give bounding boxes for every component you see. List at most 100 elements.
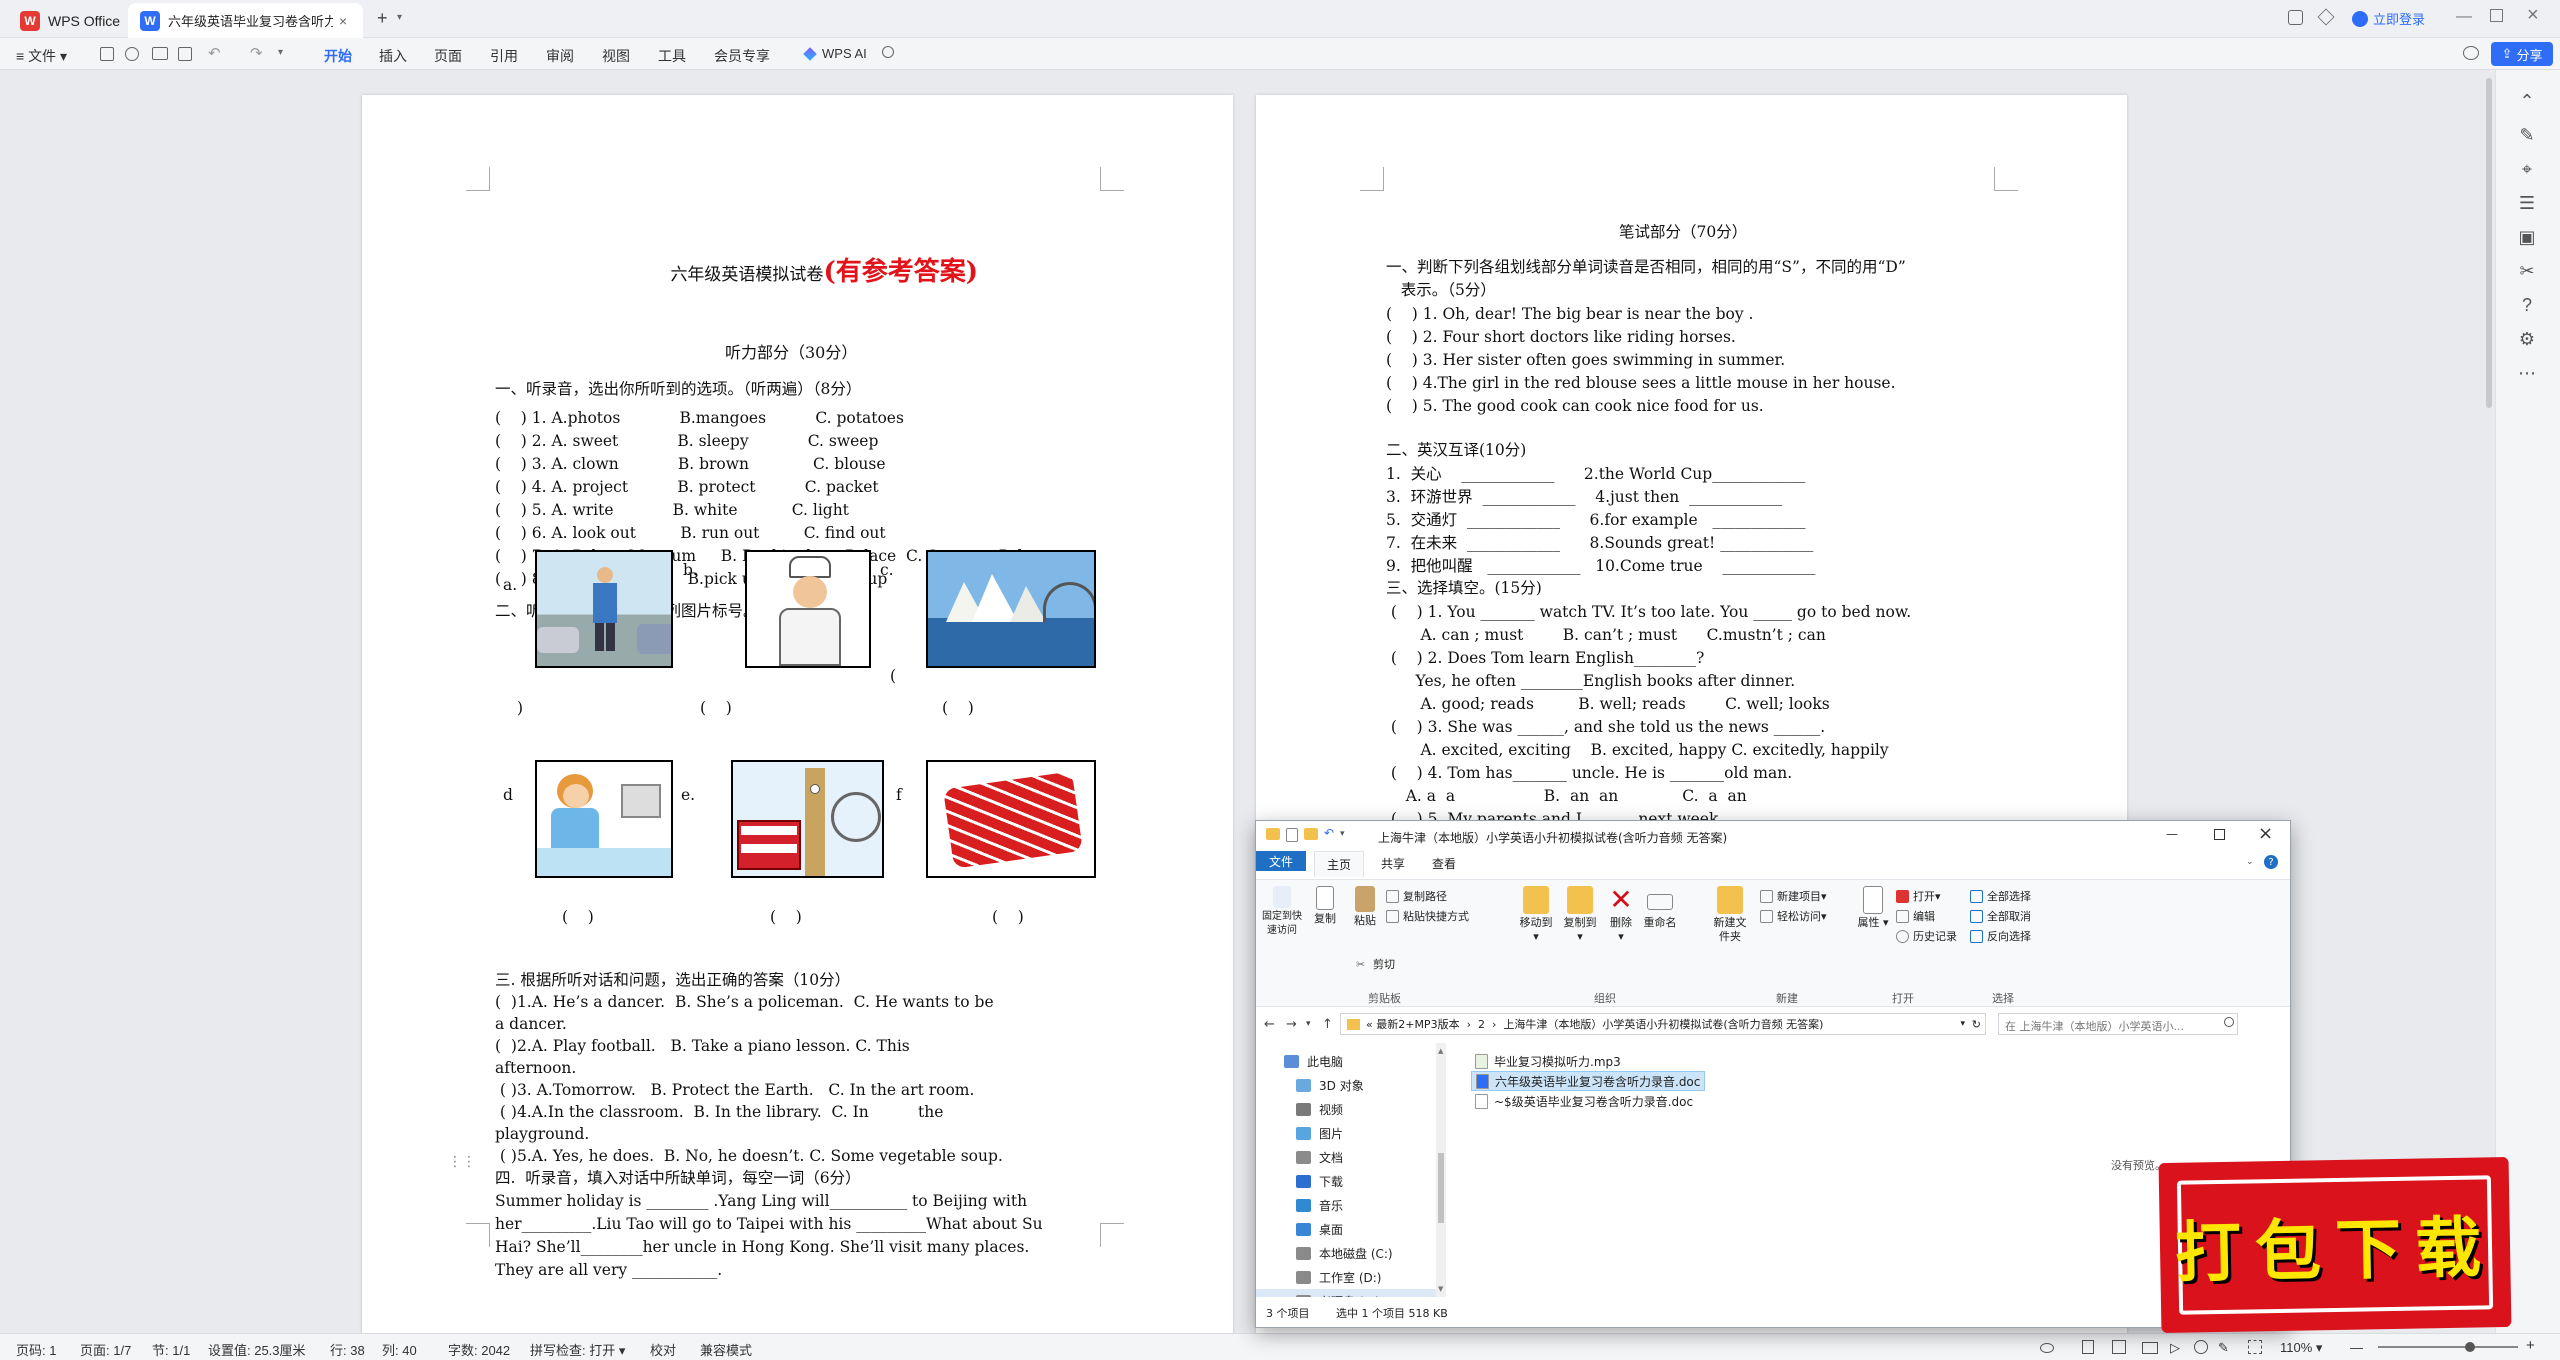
ribbon-tab-share[interactable]: 共享 xyxy=(1381,855,1405,872)
document-tab[interactable]: W 六年级英语毕业复习卷含听力.. × xyxy=(128,3,363,38)
new-tab-button[interactable]: + xyxy=(377,8,388,29)
drag-handle-icon[interactable]: ⋮⋮ xyxy=(448,1153,476,1170)
ribbon-tab-file[interactable]: 文件 xyxy=(1256,851,1306,871)
properties-button[interactable]: 属性 ▾ xyxy=(1856,886,1890,930)
status-proof[interactable]: 校对 xyxy=(650,1340,676,1359)
nav-item[interactable]: 老硬盘 (E:) xyxy=(1256,1289,1436,1297)
globe-icon[interactable] xyxy=(2194,1340,2208,1354)
menu-review[interactable]: 审阅 xyxy=(546,46,574,66)
copy-to-button[interactable]: 复制到 ▾ xyxy=(1560,886,1600,944)
zoom-in-icon[interactable]: + xyxy=(2526,1337,2535,1354)
status-words[interactable]: 字数: 2042 xyxy=(448,1340,510,1359)
menu-home[interactable]: 开始 xyxy=(320,46,356,72)
fit-icon[interactable] xyxy=(2248,1340,2262,1354)
status-spell[interactable]: 拼写检查: 打开 ▾ xyxy=(530,1340,625,1359)
breadcrumb-3[interactable]: 上海牛津（本地版）小学英语小升初模拟试卷(含听力音频 无答案) xyxy=(1503,1016,1823,1032)
login-button[interactable]: 立即登录 xyxy=(2352,9,2425,28)
scroll-up-arrow-icon[interactable]: ▲ xyxy=(1438,1047,1443,1055)
settings-sliders-icon[interactable]: ☰ xyxy=(2514,190,2540,216)
window-layout-icon[interactable] xyxy=(2288,10,2303,25)
menu-tools[interactable]: 工具 xyxy=(658,46,686,66)
paste-shortcut-button[interactable]: 粘贴快捷方式 xyxy=(1386,908,1469,924)
nav-item[interactable]: 视频 xyxy=(1256,1097,1436,1121)
menu-member[interactable]: 会员专享 xyxy=(714,46,770,66)
new-folder-button[interactable]: 新建文件夹 xyxy=(1706,886,1754,944)
redo-icon[interactable]: ↷ xyxy=(250,44,263,62)
home-tab[interactable]: W WPS Office xyxy=(8,3,132,38)
status-setting[interactable]: 设置值: 25.3厘米 xyxy=(208,1340,306,1359)
wps-ai-button[interactable]: WPS AI xyxy=(803,46,867,61)
history-button[interactable]: 历史记录 xyxy=(1896,928,1957,944)
rename-button[interactable]: 重命名 xyxy=(1640,886,1680,930)
explorer-minimize-icon[interactable]: — xyxy=(2166,827,2178,841)
cube-icon[interactable] xyxy=(2317,8,2335,26)
export-icon[interactable] xyxy=(125,47,139,61)
nav-item[interactable]: 下载 xyxy=(1256,1169,1436,1193)
save-icon[interactable] xyxy=(100,47,114,61)
pin-quick-access-button[interactable]: 固定到快速访问 xyxy=(1262,886,1302,938)
back-arrow-icon[interactable]: ← xyxy=(1264,1017,1275,1032)
nav-scrollbar-thumb[interactable] xyxy=(1438,1153,1444,1223)
select-cursor-icon[interactable]: ⌖ xyxy=(2514,156,2540,182)
menu-view[interactable]: 视图 xyxy=(602,46,630,66)
help-circle-icon[interactable]: ? xyxy=(2264,855,2278,869)
file-item[interactable]: ~$级英语毕业复习卷含听力录音.doc xyxy=(1471,1091,1697,1111)
properties-quick-icon[interactable] xyxy=(1286,828,1298,842)
move-to-button[interactable]: 移动到 ▾ xyxy=(1516,886,1556,944)
undo-icon[interactable]: ↶ xyxy=(208,44,221,62)
download-package-badge[interactable]: 打包下载 xyxy=(2158,1156,2512,1334)
file-item[interactable]: 毕业复习模拟听力.mp3 xyxy=(1471,1051,1625,1071)
scroll-down-arrow-icon[interactable]: ▼ xyxy=(1438,1285,1443,1293)
more-chevron-icon[interactable]: ▾ xyxy=(278,47,283,58)
breadcrumb-2[interactable]: 2 xyxy=(1478,1018,1485,1031)
new-folder-quick-icon[interactable] xyxy=(1304,828,1318,840)
file-menu[interactable]: ≡ 文件 ▾ xyxy=(16,46,67,66)
address-bar[interactable]: « 最新2+MP3版本 › 2 › 上海牛津（本地版）小学英语小升初模拟试卷(含听力… xyxy=(1340,1013,1986,1035)
scrollbar-thumb[interactable] xyxy=(2486,78,2492,408)
cloud-icon[interactable] xyxy=(2463,46,2479,60)
nav-item[interactable]: 此电脑 xyxy=(1256,1049,1436,1073)
pen-icon[interactable]: ✎ xyxy=(2514,122,2540,148)
menu-page[interactable]: 页面 xyxy=(434,46,462,66)
layout-view-icon[interactable] xyxy=(2112,1340,2126,1354)
tab-list-chevron-icon[interactable]: ▾ xyxy=(397,12,402,23)
search-icon[interactable] xyxy=(882,46,894,58)
select-all-button[interactable]: 全部选择 xyxy=(1970,888,2031,904)
play-icon[interactable]: ▷ xyxy=(2170,1340,2180,1356)
paste-button[interactable]: 粘贴 xyxy=(1348,886,1382,928)
web-view-icon[interactable] xyxy=(2142,1342,2158,1354)
select-none-button[interactable]: 全部取消 xyxy=(1970,908,2031,924)
ribbon-collapse-chevron-icon[interactable]: ⌄ xyxy=(2246,857,2254,867)
forward-arrow-icon[interactable]: → xyxy=(1286,1017,1297,1032)
maximize-icon[interactable] xyxy=(2490,9,2503,22)
breadcrumb-1[interactable]: « 最新2+MP3版本 xyxy=(1366,1016,1460,1032)
recent-chevron-icon[interactable]: ▾ xyxy=(1306,1019,1311,1029)
explorer-maximize-icon[interactable] xyxy=(2214,829,2225,840)
file-explorer-window[interactable]: ↶ ▾ 上海牛津（本地版）小学英语小升初模拟试卷(含听力音频 无答案) — × … xyxy=(1255,820,2291,1328)
nav-scrollbar[interactable]: ▲ ▼ xyxy=(1436,1043,1446,1297)
zoom-level[interactable]: 110% ▾ xyxy=(2280,1340,2322,1356)
collapse-icon[interactable]: ⌃ xyxy=(2514,88,2540,114)
undo-quick-icon[interactable]: ↶ xyxy=(1324,826,1334,840)
document-page-1[interactable]: 六年级英语模拟试卷(有参考答案) 听力部分（30分） 一、听录音，选出你所听到的选… xyxy=(362,95,1233,1335)
cut-button[interactable]: ✂ 剪切 xyxy=(1356,956,1395,972)
close-tab-icon[interactable]: × xyxy=(339,13,347,29)
page-view-icon[interactable] xyxy=(2082,1340,2094,1354)
minimize-icon[interactable]: — xyxy=(2456,8,2472,26)
zoom-slider[interactable] xyxy=(2378,1342,2518,1352)
zoom-slider-thumb[interactable] xyxy=(2464,1342,2475,1352)
delete-button[interactable]: ✕ 删除 ▾ xyxy=(1606,886,1636,944)
nav-item[interactable]: 本地磁盘 (C:) xyxy=(1256,1241,1436,1265)
close-window-icon[interactable]: × xyxy=(2527,4,2539,27)
print-preview-icon[interactable] xyxy=(178,47,192,61)
eye-icon[interactable] xyxy=(2040,1343,2054,1353)
ribbon-tab-home[interactable]: 主页 xyxy=(1314,851,1364,877)
open-button[interactable]: 打开 ▾ xyxy=(1896,888,1941,904)
ribbon-tab-view[interactable]: 查看 xyxy=(1432,855,1456,872)
nav-item[interactable]: 音乐 xyxy=(1256,1193,1436,1217)
vertical-scrollbar[interactable] xyxy=(2484,70,2494,1333)
edit-pen-icon[interactable]: ✎ xyxy=(2218,1340,2229,1356)
nav-item[interactable]: 3D 对象 xyxy=(1256,1073,1436,1097)
address-chevron-icon[interactable]: ▾ xyxy=(1960,1019,1965,1029)
explorer-search-input[interactable]: 在 上海牛津（本地版）小学英语小... xyxy=(1998,1013,2238,1035)
